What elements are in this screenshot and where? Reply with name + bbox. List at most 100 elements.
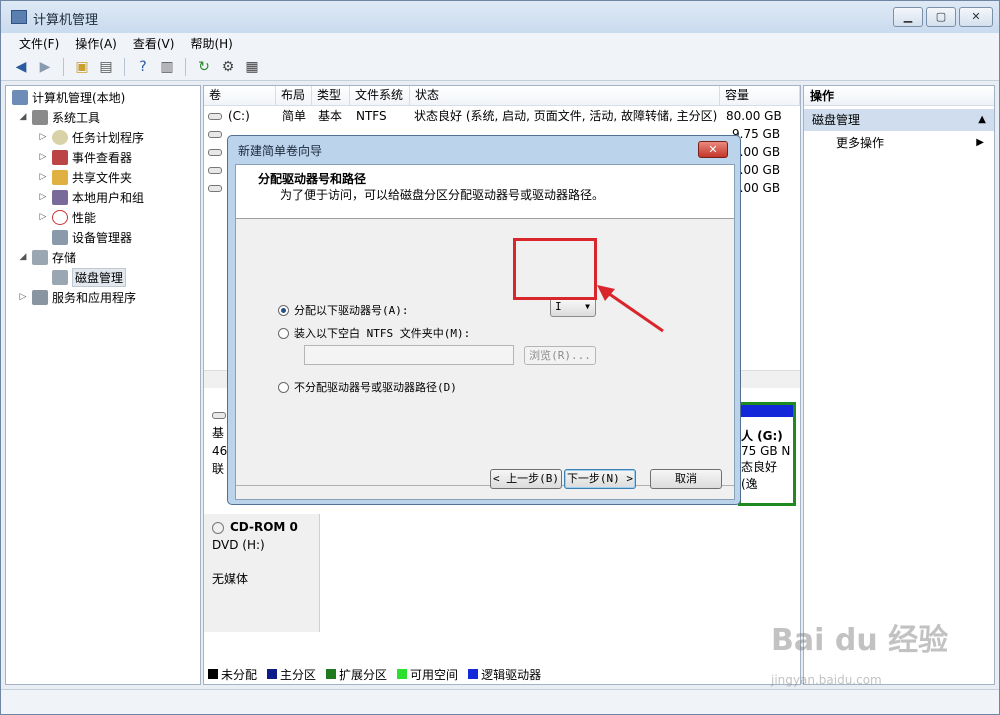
expanded-arrow-icon[interactable]: ◢ <box>18 252 28 262</box>
title-bar: 计算机管理 ▁ ▢ ✕ <box>1 1 999 33</box>
table-row[interactable] <box>208 125 228 143</box>
collapsed-arrow-icon[interactable]: ▷ <box>38 152 48 162</box>
mount-folder-radio[interactable]: 装入以下空白 NTFS 文件夹中(M): <box>278 325 470 341</box>
actions-section-label: 磁盘管理 <box>812 113 861 127</box>
tree-item-system-tools[interactable]: ◢ 系统工具 <box>18 107 100 127</box>
cdrom-icon <box>212 521 224 534</box>
logical-drive-g[interactable]: 人 (G:) 75 GB N 态良好 (逸 <box>738 402 796 506</box>
show-hide-tree-icon[interactable]: ▤ <box>96 57 116 77</box>
tree-item-services-apps[interactable]: ▷ 服务和应用程序 <box>18 287 136 307</box>
table-row[interactable] <box>208 179 228 197</box>
dropdown-arrow-icon: ▼ <box>585 302 590 311</box>
legend-item: 逻辑驱动器 <box>468 666 541 683</box>
table-row[interactable] <box>208 161 228 179</box>
export-icon[interactable]: ▦ <box>242 57 262 77</box>
volume-filesystem: NTFS <box>356 109 387 123</box>
actions-section-disk-management[interactable]: 磁盘管理 ▲ <box>804 109 994 131</box>
tree-item-root[interactable]: 计算机管理(本地) <box>12 87 125 107</box>
menu-view[interactable]: 查看(V) <box>125 33 183 53</box>
volume-g-size: 75 GB N <box>741 444 791 458</box>
collapsed-arrow-icon[interactable]: ▷ <box>38 192 48 202</box>
column-header-type[interactable]: 类型 <box>312 86 350 106</box>
collapse-arrow-icon[interactable]: ▲ <box>978 109 986 131</box>
settings-icon[interactable]: ⚙ <box>218 57 238 77</box>
next-button[interactable]: 下一步(N) > <box>564 469 636 489</box>
back-icon[interactable]: ◀ <box>11 57 31 77</box>
volume-layout: 简单 <box>282 109 307 123</box>
up-folder-icon[interactable]: ▣ <box>72 57 92 77</box>
tree-item-task-scheduler[interactable]: ▷ 任务计划程序 <box>38 127 144 147</box>
table-row[interactable] <box>208 143 228 161</box>
legend-item: 主分区 <box>267 666 316 683</box>
dialog-header: 分配驱动器号和路径 为了便于访问，可以给磁盘分区分配驱动器号或驱动器路径。 <box>236 165 734 219</box>
column-header-layout[interactable]: 布局 <box>276 86 312 106</box>
column-header-filesystem[interactable]: 文件系统 <box>350 86 410 106</box>
status-bar <box>1 689 999 714</box>
tree-item-label: 服务和应用程序 <box>52 290 137 305</box>
dialog-close-button[interactable]: ✕ <box>698 141 728 158</box>
tree-item-local-users[interactable]: ▷ 本地用户和组 <box>38 187 144 207</box>
disk-management-icon <box>52 269 68 285</box>
dialog-title: 新建简单卷向导 <box>238 144 323 158</box>
more-actions-item[interactable]: 更多操作 ▶ <box>804 133 994 153</box>
storage-icon <box>32 249 48 265</box>
menu-action[interactable]: 操作(A) <box>67 33 125 53</box>
users-icon <box>52 189 68 205</box>
computer-management-window: 计算机管理 ▁ ▢ ✕ 文件(F) 操作(A) 查看(V) 帮助(H) ◀ ▶ … <box>0 0 1000 715</box>
volume-capacity: 80.00 GB <box>726 109 782 123</box>
cancel-button[interactable]: 取消 <box>650 469 722 489</box>
column-header-volume[interactable]: 卷 <box>204 86 276 106</box>
drive-icon <box>208 149 222 156</box>
cdrom-drive: DVD (H:) <box>212 538 265 552</box>
computer-icon <box>12 89 28 105</box>
collapsed-arrow-icon[interactable]: ▷ <box>38 172 48 182</box>
collapsed-arrow-icon[interactable]: ▷ <box>38 132 48 142</box>
tree-item-device-manager[interactable]: 设备管理器 <box>52 227 132 247</box>
column-header-capacity[interactable]: 容量 <box>720 86 800 106</box>
clock-icon <box>52 129 68 145</box>
tree-item-event-viewer[interactable]: ▷ 事件查看器 <box>38 147 132 167</box>
collapsed-arrow-icon[interactable]: ▷ <box>38 212 48 222</box>
tree-item-label: 磁盘管理 <box>72 267 127 287</box>
cdrom-disk[interactable]: CD-ROM 0 DVD (H:) 无媒体 <box>204 514 320 632</box>
radio-unselected-icon[interactable] <box>278 327 289 339</box>
drive-letter-select[interactable]: I ▼ <box>550 297 596 317</box>
radio-selected-icon[interactable] <box>278 304 289 316</box>
folder-path-input[interactable] <box>304 345 514 365</box>
collapsed-arrow-icon[interactable]: ▷ <box>18 292 28 302</box>
back-button[interactable]: < 上一步(B) <box>490 469 562 489</box>
toolbar-separator <box>185 57 186 76</box>
volume-name: (C:) <box>228 109 250 123</box>
browse-button[interactable]: 浏览(R)... <box>524 346 596 365</box>
forward-icon[interactable]: ▶ <box>35 57 55 77</box>
minimize-button[interactable]: ▁ <box>893 7 923 27</box>
tree-item-label: 事件查看器 <box>72 150 133 165</box>
drive-icon <box>208 185 222 192</box>
menu-file[interactable]: 文件(F) <box>11 33 67 53</box>
cdrom-title: CD-ROM 0 <box>230 520 298 534</box>
radio-label: 装入以下空白 NTFS 文件夹中(M): <box>294 327 471 340</box>
tree-item-shared-folders[interactable]: ▷ 共享文件夹 <box>38 167 132 187</box>
tree-item-storage[interactable]: ◢ 存储 <box>18 247 76 267</box>
maximize-button[interactable]: ▢ <box>926 7 956 27</box>
radio-label: 分配以下驱动器号(A): <box>294 304 409 317</box>
annotation-arrow-icon <box>597 285 664 333</box>
close-button[interactable]: ✕ <box>959 7 993 27</box>
table-row[interactable]: (C:) <box>208 107 250 125</box>
refresh-icon[interactable]: ↻ <box>194 57 214 77</box>
radio-unselected-icon[interactable] <box>278 381 289 393</box>
tree-item-performance[interactable]: ▷ 性能 <box>38 207 96 227</box>
performance-icon <box>52 209 68 225</box>
watermark-url: jingyan.baidu.com <box>771 673 882 687</box>
expanded-arrow-icon[interactable]: ◢ <box>18 112 28 122</box>
tree-item-disk-management[interactable]: 磁盘管理 <box>52 267 127 287</box>
properties-icon[interactable]: ▥ <box>157 57 177 77</box>
column-header-status[interactable]: 状态 <box>410 86 720 106</box>
menu-help[interactable]: 帮助(H) <box>182 33 240 53</box>
assign-drive-letter-radio[interactable]: 分配以下驱动器号(A): <box>278 302 409 318</box>
no-drive-letter-radio[interactable]: 不分配驱动器号或驱动器路径(D) <box>278 379 457 395</box>
shared-folder-icon <box>52 169 68 185</box>
tree-item-label: 设备管理器 <box>72 230 133 245</box>
help-icon[interactable]: ? <box>133 57 153 77</box>
cdrom-media: 无媒体 <box>212 572 249 586</box>
